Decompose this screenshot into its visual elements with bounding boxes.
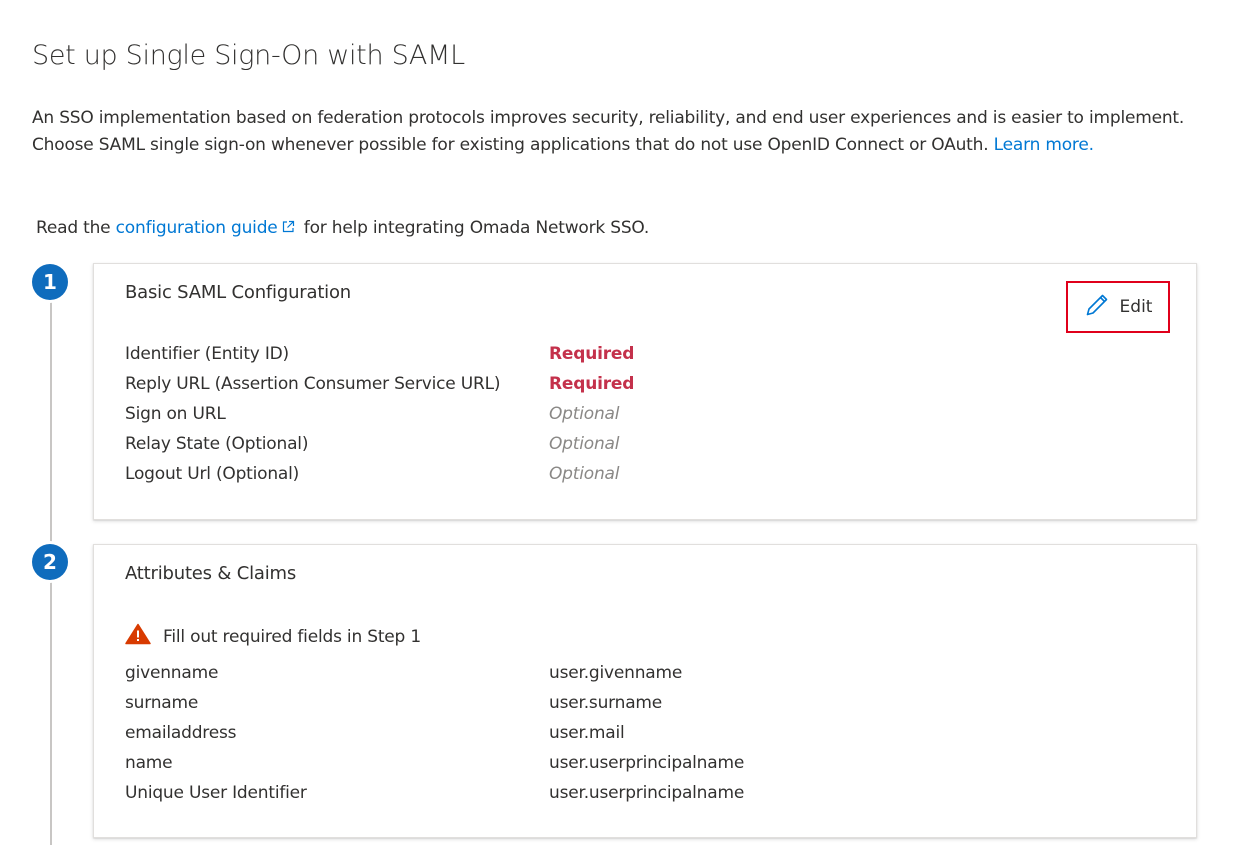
edit-button[interactable]: Edit (1066, 281, 1170, 333)
field-status: Optional (549, 404, 620, 424)
configuration-guide-line: Read the configuration guide for help in… (36, 216, 649, 241)
claim-name: name (125, 753, 173, 773)
card-title: Attributes & Claims (125, 563, 297, 584)
field-status: Optional (549, 434, 620, 454)
external-link-icon (281, 217, 295, 241)
learn-more-link[interactable]: Learn more. (994, 135, 1094, 155)
guide-prefix: Read the (36, 218, 111, 238)
warning-message: Fill out required fields in Step 1 (125, 623, 421, 650)
claim-value: user.mail (549, 723, 625, 743)
attributes-claims-card: Attributes & Claims Fill out required fi… (93, 544, 1197, 838)
claim-name: givenname (125, 663, 219, 683)
claim-value: user.userprincipalname (549, 783, 745, 803)
field-label: Sign on URL (125, 404, 226, 424)
pencil-icon (1084, 292, 1110, 323)
step-2-badge: 2 (32, 544, 68, 580)
claim-name: emailaddress (125, 723, 237, 743)
field-label: Logout Url (Optional) (125, 464, 300, 484)
field-status: Required (549, 374, 635, 394)
claim-value: user.surname (549, 693, 663, 713)
configuration-guide-link-label: configuration guide (115, 218, 278, 238)
edit-label: Edit (1119, 297, 1153, 317)
field-status: Optional (549, 464, 620, 484)
field-label: Relay State (Optional) (125, 434, 309, 454)
intro-text: An SSO implementation based on federatio… (32, 105, 1237, 159)
step-1-badge: 1 (32, 264, 68, 300)
field-status: Required (549, 344, 635, 364)
guide-suffix: for help integrating Omada Network SSO. (303, 218, 650, 238)
claim-value: user.givenname (549, 663, 683, 683)
configuration-guide-link[interactable]: configuration guide (116, 218, 299, 238)
field-label: Identifier (Entity ID) (125, 344, 289, 364)
basic-saml-configuration-card: Basic SAML Configuration Edit Identifier… (93, 263, 1197, 520)
warning-text: Fill out required fields in Step 1 (163, 626, 421, 647)
claim-name: surname (125, 693, 199, 713)
card-title: Basic SAML Configuration (125, 282, 352, 303)
field-label: Reply URL (Assertion Consumer Service UR… (125, 374, 501, 394)
claim-name: Unique User Identifier (125, 783, 307, 803)
page-title: Set up Single Sign-On with SAML (32, 40, 465, 71)
claim-value: user.userprincipalname (549, 753, 745, 773)
warning-icon (125, 623, 151, 650)
